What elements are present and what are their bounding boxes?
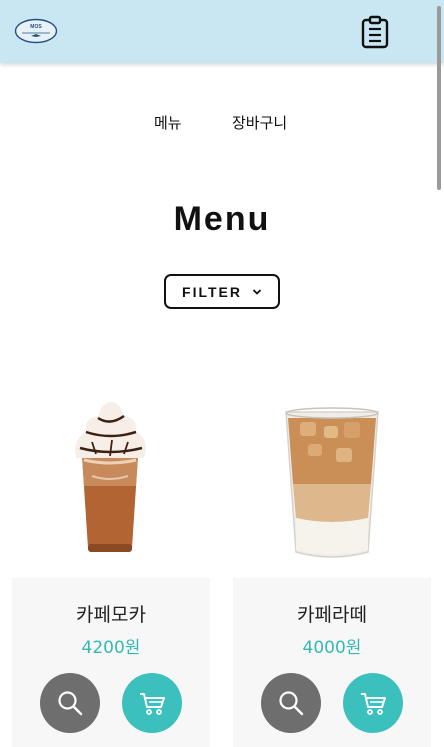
app-header: MOS <box>0 0 444 63</box>
nav-item-cart[interactable]: 장바구니 <box>232 112 287 133</box>
scrollbar[interactable] <box>437 6 441 190</box>
filter-label: FILTER <box>182 283 242 300</box>
product-image-mocha[interactable] <box>62 396 158 558</box>
chevron-down-icon <box>252 288 262 295</box>
add-to-cart-button[interactable] <box>122 673 182 733</box>
product-name: 카페모카 <box>76 604 146 626</box>
search-icon <box>279 691 304 716</box>
product-price: 4000원 <box>302 638 362 658</box>
view-details-button[interactable] <box>40 673 100 733</box>
search-icon <box>58 691 83 716</box>
add-to-cart-button[interactable] <box>343 673 403 733</box>
view-details-button[interactable] <box>261 673 321 733</box>
cart-icon <box>140 693 165 715</box>
logo-text: MOS <box>30 24 42 30</box>
nav-item-menu[interactable]: 메뉴 <box>154 112 182 133</box>
product-name: 카페라떼 <box>297 604 367 626</box>
main-nav: 메뉴 장바구니 <box>0 112 444 134</box>
logo[interactable]: MOS <box>14 18 58 44</box>
filter-button[interactable]: FILTER <box>164 274 280 309</box>
product-card: 카페모카 4200원 <box>12 578 210 747</box>
product-price: 4200원 <box>81 638 141 658</box>
product-card: 카페라떼 4000원 <box>233 578 431 747</box>
page-title: Menu <box>173 200 271 238</box>
cart-icon <box>361 693 386 715</box>
product-image-latte[interactable] <box>280 400 384 562</box>
clipboard-icon[interactable] <box>359 15 391 49</box>
